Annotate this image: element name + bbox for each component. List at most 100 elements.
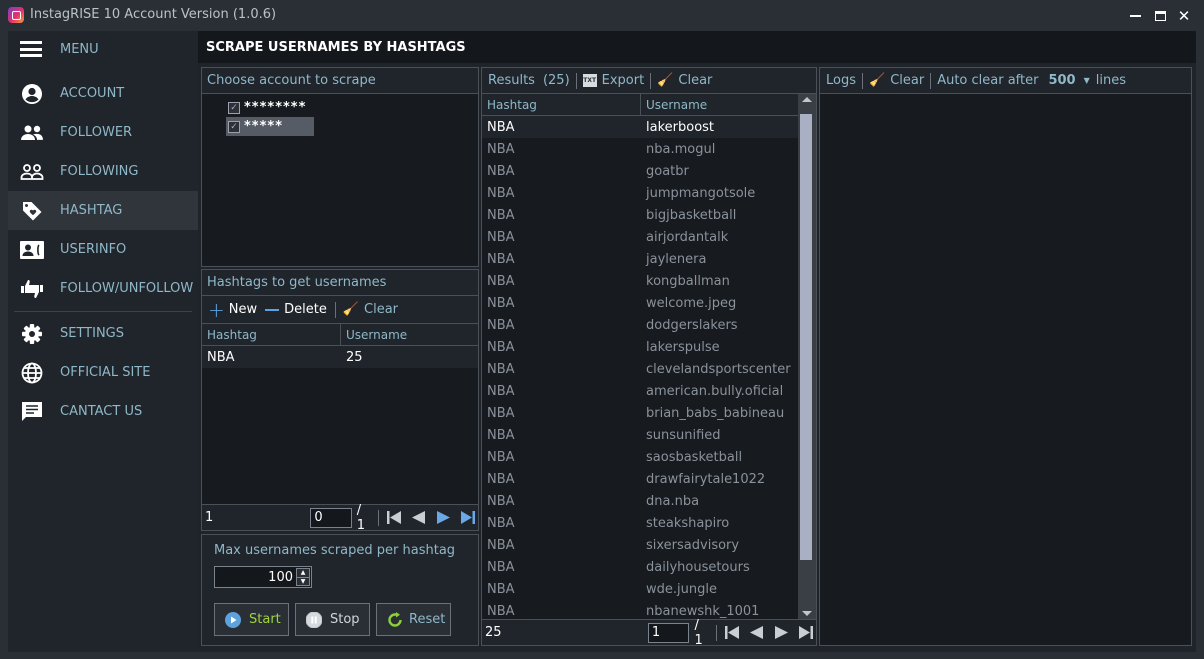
cell-username: dodgerslakers: [646, 317, 738, 333]
table-row[interactable]: NBA lakerspulse: [482, 336, 798, 358]
table-row[interactable]: NBA wde.jungle: [482, 578, 798, 600]
contact-card-icon: [20, 238, 44, 262]
sidebar-item-following[interactable]: FOLLOWING: [8, 152, 198, 191]
table-row[interactable]: NBA dna.nba: [482, 490, 798, 512]
results-table-header: Hashtag Username: [482, 94, 798, 116]
table-row[interactable]: NBA dodgerslakers: [482, 314, 798, 336]
maximize-button[interactable]: [1149, 6, 1171, 26]
next-page-button[interactable]: [434, 510, 454, 526]
cell-hashtag: NBA: [487, 405, 515, 421]
table-row[interactable]: NBA drawfairytale1022: [482, 468, 798, 490]
sidebar-item-contact-us[interactable]: CANTACT US: [8, 392, 198, 431]
last-page-button[interactable]: [796, 625, 816, 641]
table-row[interactable]: NBA steakshapiro: [482, 512, 798, 534]
pause-icon: [306, 611, 322, 628]
table-row[interactable]: NBA sunsunified: [482, 424, 798, 446]
table-row[interactable]: NBA nbanewshk_1001: [482, 600, 798, 620]
auto-clear-label: Auto clear after: [937, 73, 1039, 88]
table-row[interactable]: NBA lakerboost: [482, 116, 798, 138]
chevron-down-icon: ▼: [1083, 76, 1090, 85]
cell-username: wde.jungle: [646, 581, 717, 597]
table-row[interactable]: NBA 25: [202, 346, 478, 368]
account-item[interactable]: ✓ *****: [226, 117, 314, 136]
table-row[interactable]: NBA jaylenera: [482, 248, 798, 270]
table-row[interactable]: NBA airjordantalk: [482, 226, 798, 248]
sidebar-item-settings[interactable]: SETTINGS: [8, 314, 198, 353]
table-row[interactable]: NBA sixersadvisory: [482, 534, 798, 556]
table-row[interactable]: NBA dailyhousetours: [482, 556, 798, 578]
table-row[interactable]: NBA american.bully.oficial: [482, 380, 798, 402]
cell-hashtag: NBA: [487, 273, 515, 289]
table-row[interactable]: NBA goatbr: [482, 160, 798, 182]
table-row[interactable]: NBA welcome.jpeg: [482, 292, 798, 314]
table-row[interactable]: NBA bigjbasketball: [482, 204, 798, 226]
cell-username: bigjbasketball: [646, 207, 737, 223]
table-row[interactable]: NBA saosbasketball: [482, 446, 798, 468]
menu-toggle[interactable]: MENU: [8, 31, 198, 67]
next-page-button[interactable]: [772, 625, 792, 641]
cell-hashtag: NBA: [487, 317, 515, 333]
new-label: New: [228, 302, 258, 317]
auto-clear-dropdown[interactable]: 500 ▼: [1048, 73, 1089, 88]
page-input[interactable]: 0: [310, 507, 352, 528]
cell-hashtag: NBA: [487, 141, 515, 157]
first-page-button[interactable]: [722, 625, 742, 641]
scroll-down-icon[interactable]: [802, 611, 812, 616]
sidebar-item-follow-unfollow[interactable]: FOLLOW/UNFOLLOW: [8, 269, 198, 308]
scrollbar-thumb[interactable]: [800, 114, 812, 560]
scroll-up-icon[interactable]: [802, 97, 812, 102]
clear-logs-button[interactable]: 🧹 Clear: [869, 73, 924, 88]
table-row[interactable]: NBA kongballman: [482, 270, 798, 292]
table-row[interactable]: NBA jumpmangotsole: [482, 182, 798, 204]
stepper-up-icon[interactable]: ▲: [297, 569, 309, 577]
clear-hashtags-button[interactable]: 🧹 Clear: [343, 302, 398, 317]
stop-button[interactable]: Stop: [295, 603, 370, 636]
cell-hashtag: NBA: [487, 581, 515, 597]
results-panel: Results (25) TXT Export 🧹 Clear Hashtag …: [481, 67, 817, 648]
max-usernames-stepper[interactable]: 100 ▲ ▼: [214, 566, 312, 588]
results-pager: 25 1 / 1: [482, 618, 816, 648]
page-input[interactable]: 1: [647, 622, 690, 643]
people-outline-icon: [20, 160, 44, 184]
stepper-down-icon[interactable]: ▼: [297, 576, 309, 586]
column-header-username[interactable]: Username: [641, 94, 707, 115]
table-row[interactable]: NBA nba.mogul: [482, 138, 798, 160]
sidebar-item-account[interactable]: ACCOUNT: [8, 74, 198, 113]
cell-username: goatbr: [646, 163, 689, 179]
sidebar-item-label: FOLLOWING: [60, 164, 139, 179]
first-page-button[interactable]: [384, 510, 404, 526]
results-scrollbar[interactable]: [798, 94, 816, 620]
column-header-username[interactable]: Username: [341, 324, 407, 345]
prev-page-button[interactable]: [409, 510, 429, 526]
close-button[interactable]: ✕: [1173, 6, 1195, 26]
delete-hashtag-button[interactable]: Delete: [265, 302, 327, 317]
table-row[interactable]: NBA brian_babs_babineau: [482, 402, 798, 424]
sidebar-item-hashtag[interactable]: HASHTAG: [8, 191, 198, 230]
max-usernames-label: Max usernames scraped per hashtag: [214, 543, 456, 558]
sidebar-item-official-site[interactable]: OFFICIAL SITE: [8, 353, 198, 392]
sidebar-item-follower[interactable]: FOLLOWER: [8, 113, 198, 152]
sidebar-item-label: FOLLOW/UNFOLLOW: [60, 281, 194, 296]
clear-results-button[interactable]: 🧹 Clear: [657, 73, 712, 88]
table-row[interactable]: NBA clevelandsportscenter: [482, 358, 798, 380]
clear-label: Clear: [890, 73, 925, 88]
last-page-button[interactable]: [458, 510, 478, 526]
logs-label: Logs: [826, 73, 856, 88]
column-header-hashtag[interactable]: Hashtag: [482, 94, 641, 115]
sidebar-item-userinfo[interactable]: USERINFO: [8, 230, 198, 269]
start-button[interactable]: Start: [214, 603, 289, 636]
prev-page-button[interactable]: [747, 625, 767, 641]
start-label: Start: [249, 612, 281, 627]
column-header-hashtag[interactable]: Hashtag: [202, 324, 341, 345]
cell-hashtag: NBA: [487, 603, 515, 619]
new-hashtag-button[interactable]: + New: [208, 300, 258, 320]
account-checkbox[interactable]: ✓: [228, 120, 240, 133]
minimize-button[interactable]: [1124, 6, 1146, 26]
account-checkbox[interactable]: ✓: [228, 101, 240, 114]
hashtags-pager: 1 0 / 1: [202, 503, 478, 533]
account-item[interactable]: ✓ ********: [226, 98, 314, 117]
txt-file-icon: TXT: [582, 74, 597, 87]
export-button[interactable]: TXT Export: [582, 73, 644, 88]
results-rows: NBA lakerboost NBA nba.mogul NBA goatbr NBA jum…: [482, 116, 798, 620]
reset-button[interactable]: Reset: [376, 603, 451, 636]
